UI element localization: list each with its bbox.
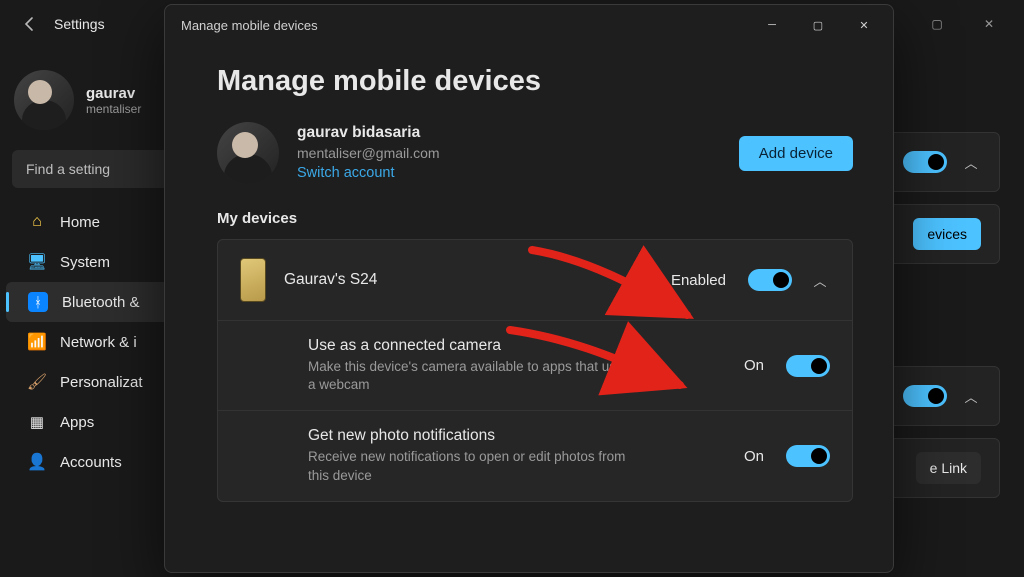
- bg-maximize-button[interactable]: ▢: [914, 9, 960, 39]
- add-device-button[interactable]: Add device: [739, 136, 853, 171]
- device-row[interactable]: Gaurav's S24 Enabled ︿: [218, 240, 852, 320]
- camera-status: On: [744, 357, 764, 374]
- chevron-up-icon[interactable]: ︿: [810, 271, 830, 290]
- avatar: [14, 70, 74, 130]
- camera-title: Use as a connected camera: [308, 337, 628, 355]
- bg-link-button[interactable]: e Link: [916, 452, 981, 484]
- account-email: mentaliser@gmail.com: [297, 144, 440, 164]
- device-name: Gaurav's S24: [284, 271, 377, 289]
- photos-row: Get new photo notifications Receive new …: [218, 410, 852, 500]
- camera-desc: Make this device's camera available to a…: [308, 358, 628, 394]
- device-card: Gaurav's S24 Enabled ︿ Use as a connecte…: [217, 239, 853, 502]
- device-status: Enabled: [671, 272, 726, 289]
- photos-toggle[interactable]: [786, 445, 830, 467]
- wifi-icon: 📶: [28, 333, 46, 351]
- account-row: gaurav bidasaria mentaliser@gmail.com Sw…: [217, 122, 853, 184]
- photos-status: On: [744, 448, 764, 465]
- home-icon: ⌂: [28, 213, 46, 231]
- search-placeholder: Find a setting: [26, 161, 110, 177]
- chevron-up-icon[interactable]: ︿: [961, 387, 981, 406]
- bg-close-button[interactable]: ✕: [966, 9, 1012, 39]
- account-avatar: [217, 122, 279, 184]
- device-enabled-toggle[interactable]: [748, 269, 792, 291]
- maximize-button[interactable]: ▢: [795, 9, 841, 41]
- close-button[interactable]: ✕: [841, 9, 887, 41]
- camera-row: Use as a connected camera Make this devi…: [218, 320, 852, 410]
- switch-account-link[interactable]: Switch account: [297, 163, 440, 183]
- accounts-icon: 👤: [28, 453, 46, 471]
- bg-toggle-2[interactable]: [903, 385, 947, 407]
- apps-icon: ▦: [28, 413, 46, 431]
- chevron-up-icon[interactable]: ︿: [961, 153, 981, 172]
- bg-devices-button[interactable]: evices: [913, 218, 981, 250]
- camera-toggle[interactable]: [786, 355, 830, 377]
- settings-title: Settings: [54, 16, 105, 32]
- manage-devices-window: Manage mobile devices ─ ▢ ✕ Manage mobil…: [164, 4, 894, 573]
- modal-titlebar: Manage mobile devices ─ ▢ ✕: [165, 5, 893, 45]
- my-devices-label: My devices: [217, 210, 853, 227]
- brush-icon: 🖌: [28, 373, 46, 391]
- back-button[interactable]: [12, 6, 48, 42]
- phone-icon: [240, 258, 266, 302]
- profile-name: gaurav: [86, 85, 141, 102]
- bluetooth-icon: ᚼ: [28, 292, 48, 312]
- photos-desc: Receive new notifications to open or edi…: [308, 448, 628, 484]
- account-name: gaurav bidasaria: [297, 122, 440, 144]
- modal-heading: Manage mobile devices: [217, 65, 853, 98]
- system-icon: 🖥: [28, 253, 46, 271]
- modal-window-title: Manage mobile devices: [181, 18, 318, 33]
- bg-toggle-1[interactable]: [903, 151, 947, 173]
- minimize-button[interactable]: ─: [749, 9, 795, 41]
- profile-tag: mentaliser: [86, 102, 141, 116]
- photos-title: Get new photo notifications: [308, 427, 628, 445]
